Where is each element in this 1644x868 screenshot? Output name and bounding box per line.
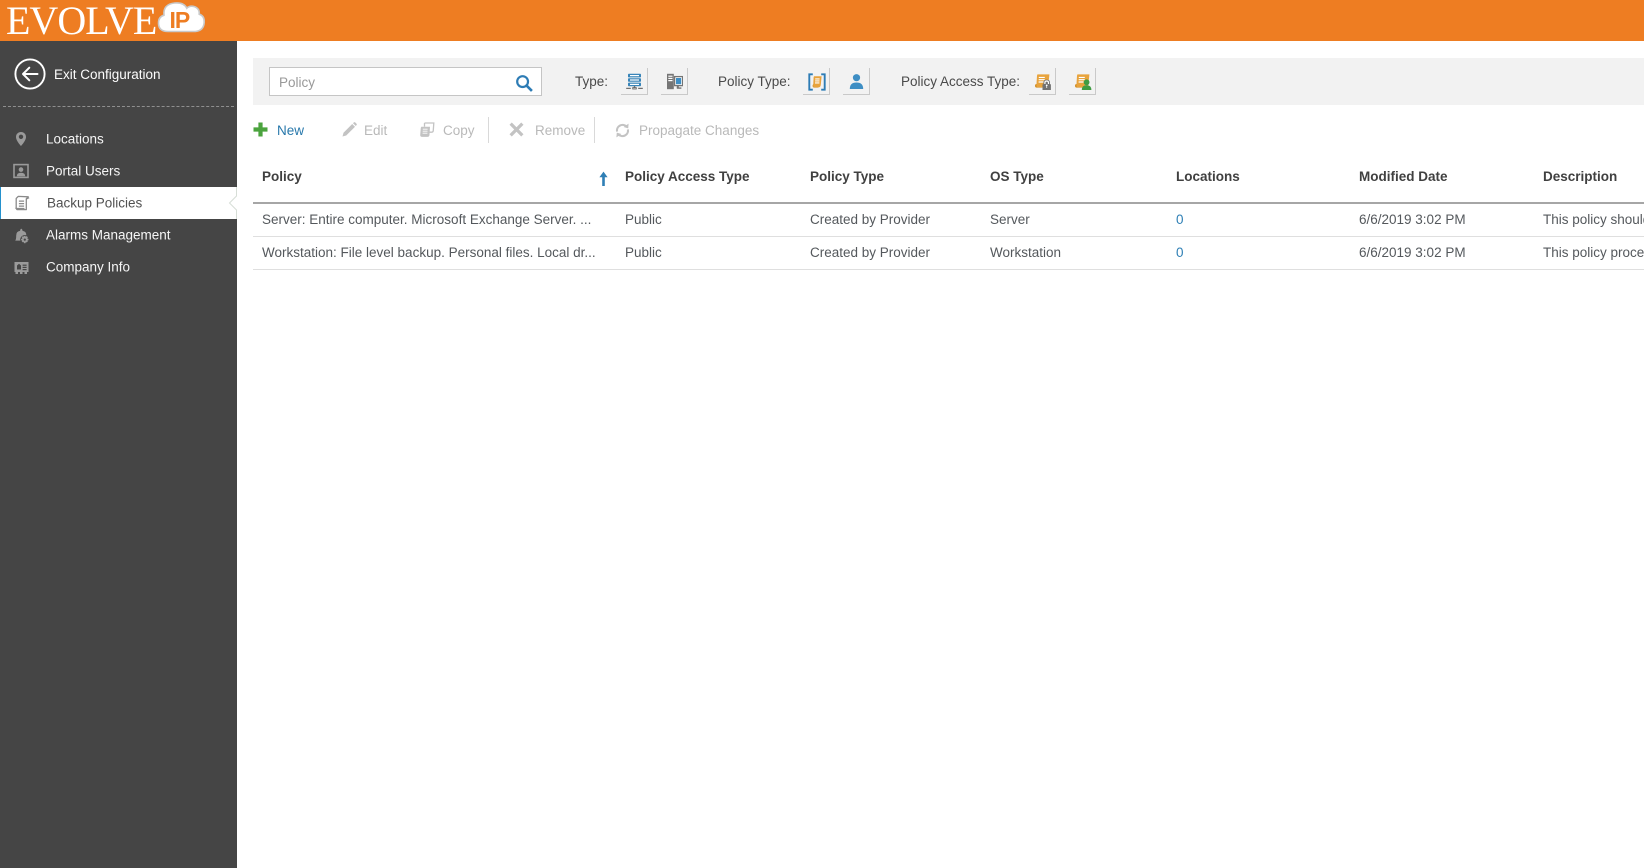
svg-text:IP: IP xyxy=(170,7,190,33)
